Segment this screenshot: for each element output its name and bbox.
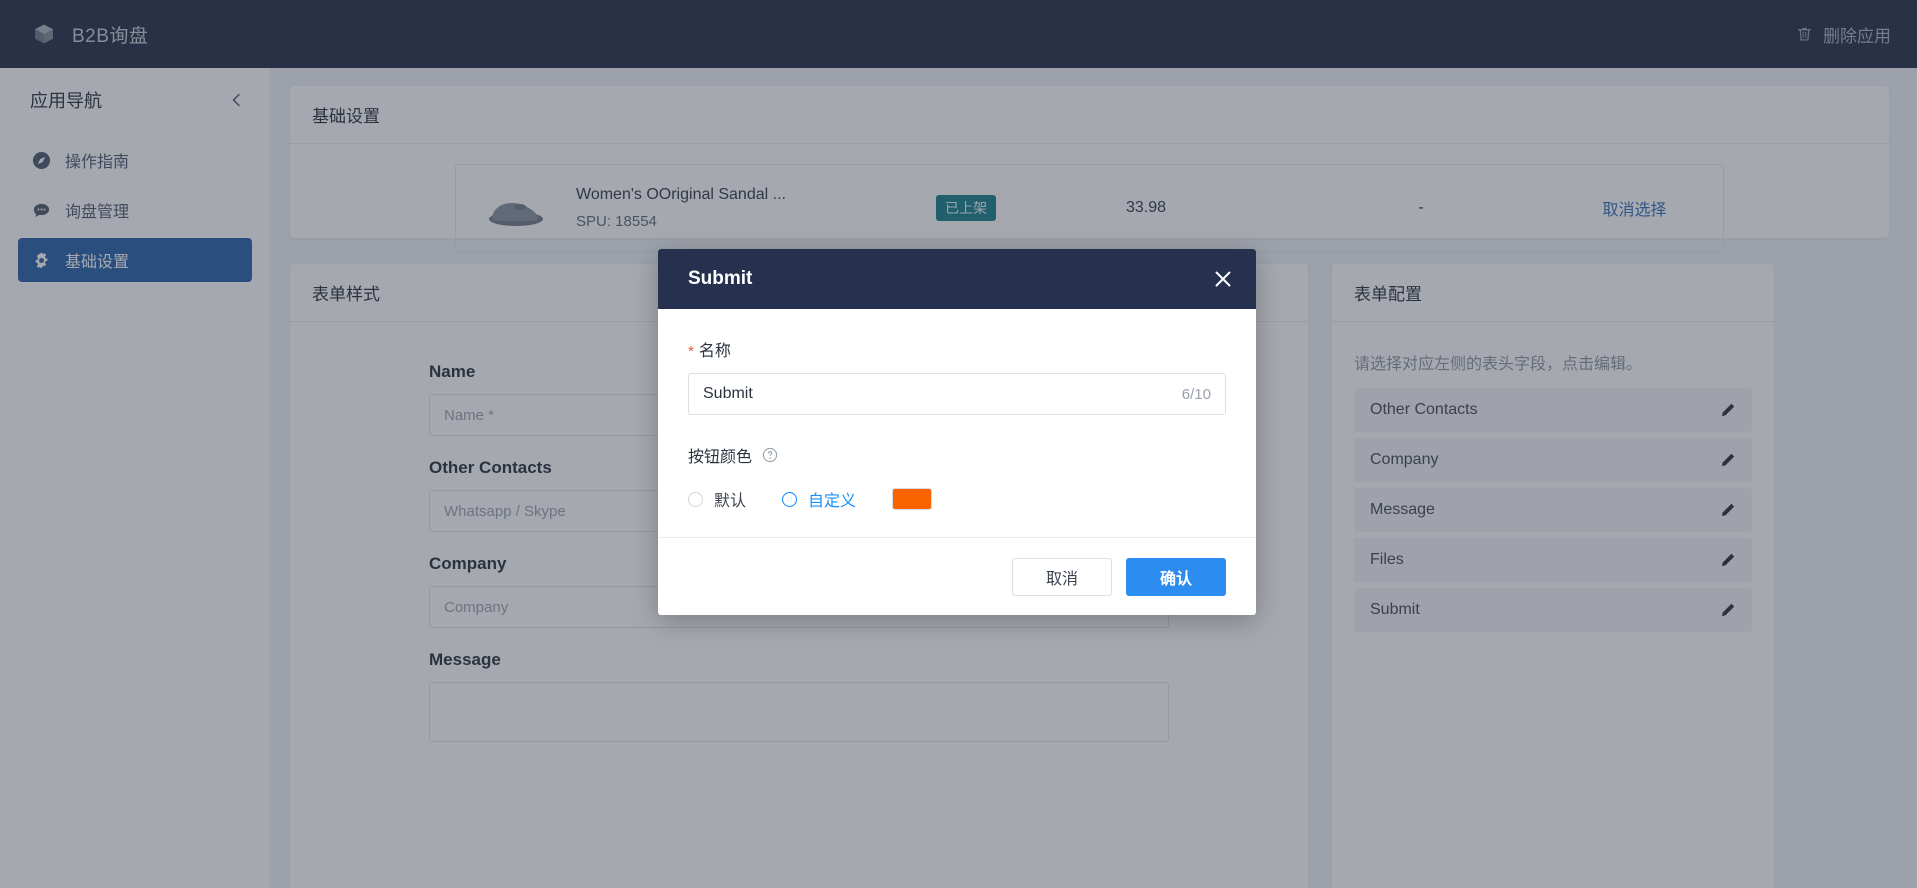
modal-header: Submit xyxy=(658,249,1256,309)
cancel-button[interactable]: 取消 xyxy=(1012,557,1112,596)
radio-custom[interactable]: 自定义 xyxy=(782,487,856,511)
modal-body: * 名称 Submit 6/10 按钮颜色 默认 自定义 xyxy=(658,309,1256,537)
submit-edit-modal: Submit * 名称 Submit 6/10 按钮颜色 默认 自定义 取消 确… xyxy=(658,249,1256,615)
radio-dot-icon xyxy=(782,491,798,507)
radio-dot-icon xyxy=(688,491,703,507)
page-root: B2B询盘 删除应用 应用导航 操作指南 询盘管理 基础设置 基础设置 Wome… xyxy=(0,0,1917,888)
name-input-value: Submit xyxy=(703,385,753,402)
radio-label: 默认 xyxy=(714,493,747,510)
radio-label: 自定义 xyxy=(808,493,857,510)
button-color-radio-group: 默认 自定义 xyxy=(688,487,1226,511)
radio-default[interactable]: 默认 xyxy=(688,487,746,511)
modal-footer: 取消 确认 xyxy=(658,537,1256,615)
confirm-button[interactable]: 确认 xyxy=(1126,557,1226,596)
name-input[interactable]: Submit 6/10 xyxy=(688,373,1226,415)
name-field-label: * 名称 xyxy=(688,337,1226,361)
button-color-label: 按钮颜色 xyxy=(688,449,753,466)
button-color-label-row: 按钮颜色 xyxy=(688,443,1226,467)
character-counter: 6/10 xyxy=(1181,385,1211,403)
modal-title: Submit xyxy=(688,268,753,289)
required-asterisk: * xyxy=(688,343,694,360)
color-swatch[interactable] xyxy=(892,488,933,510)
close-icon[interactable] xyxy=(1212,268,1234,290)
name-label-text: 名称 xyxy=(698,343,731,360)
question-circle-icon[interactable] xyxy=(762,447,778,463)
